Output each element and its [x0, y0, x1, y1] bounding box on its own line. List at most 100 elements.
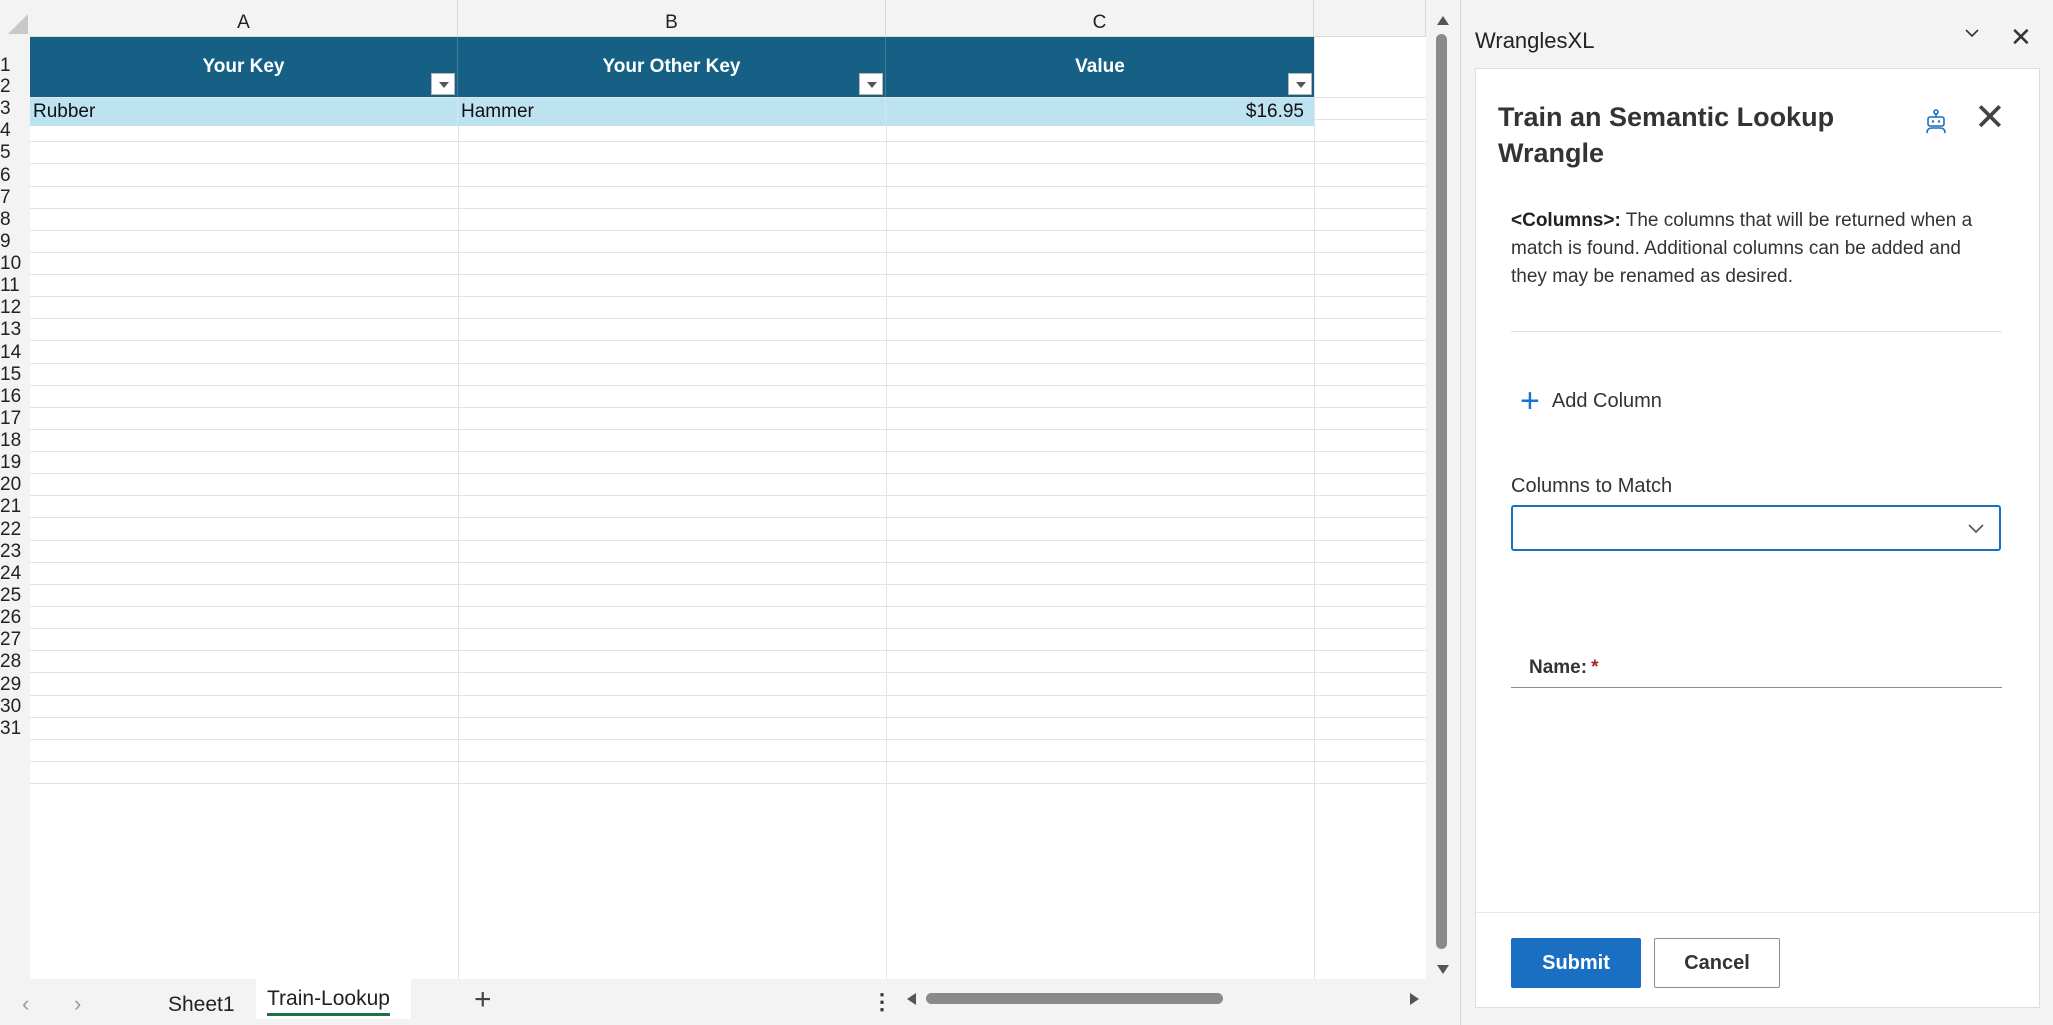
- add-column-label: Add Column: [1551, 389, 1662, 412]
- sheet-tab-train-lookup[interactable]: Train-Lookup: [267, 987, 390, 1016]
- horizontal-scroll-thumb[interactable]: [926, 993, 1223, 1004]
- row-header-22[interactable]: 22: [0, 518, 30, 541]
- scroll-up-arrow-icon[interactable]: [1437, 16, 1449, 25]
- row-header-8[interactable]: 8: [0, 208, 30, 231]
- sheet-tab-sheet1[interactable]: Sheet1: [168, 993, 235, 1017]
- row-gridline: [30, 783, 1426, 784]
- row-header-26[interactable]: 26: [0, 607, 30, 630]
- row-header-13[interactable]: 13: [0, 319, 30, 342]
- row-header-19[interactable]: 19: [0, 452, 30, 475]
- row-gridline: [30, 274, 1426, 275]
- more-options-icon[interactable]: ⋮: [871, 989, 893, 1015]
- table-header-your-other-key[interactable]: Your Other Key: [458, 37, 886, 97]
- wrangle-form-panel: Train an Semantic Lookup Wrangle ✕ <Colu…: [1475, 68, 2040, 1008]
- row-gridline: [30, 650, 1426, 651]
- columns-description: <Columns>: The columns that will be retu…: [1511, 207, 2001, 291]
- chevron-down-icon[interactable]: [1965, 26, 1979, 40]
- filter-dropdown-icon[interactable]: [1288, 73, 1312, 95]
- row-header-24[interactable]: 24: [0, 562, 30, 585]
- add-sheet-plus-icon[interactable]: +: [474, 983, 492, 1017]
- column-header-d[interactable]: [1314, 0, 1426, 37]
- row-header-14[interactable]: 14: [0, 341, 30, 364]
- row-header-28[interactable]: 28: [0, 651, 30, 674]
- column-header-b[interactable]: B: [458, 0, 886, 37]
- row-header-15[interactable]: 15: [0, 363, 30, 386]
- vertical-scrollbar[interactable]: [1433, 12, 1453, 974]
- row-header-5[interactable]: 5: [0, 142, 30, 165]
- previous-sheet-arrow-icon[interactable]: ‹: [22, 991, 29, 1017]
- scroll-left-arrow-icon[interactable]: [907, 993, 916, 1005]
- row-header-11[interactable]: 11: [0, 275, 30, 298]
- row-gridline: [30, 141, 1426, 142]
- row-header-27[interactable]: 27: [0, 629, 30, 652]
- row-header-12[interactable]: 12: [0, 297, 30, 320]
- close-panel-icon[interactable]: ✕: [1974, 99, 2006, 137]
- horizontal-scrollbar[interactable]: [903, 991, 1419, 1011]
- select-all-corner[interactable]: [0, 0, 30, 37]
- cancel-button[interactable]: Cancel: [1654, 938, 1780, 988]
- chevron-down-icon: [1968, 524, 1984, 534]
- row-header-31[interactable]: 31: [0, 717, 30, 740]
- footer-divider: [1476, 912, 2039, 913]
- table-header-your-key[interactable]: Your Key: [30, 37, 458, 97]
- row-header-25[interactable]: 25: [0, 584, 30, 607]
- row-header-3[interactable]: 3: [0, 98, 30, 121]
- next-sheet-arrow-icon[interactable]: ›: [74, 991, 81, 1017]
- row-gridline: [30, 717, 1426, 718]
- row-header-21[interactable]: 21: [0, 496, 30, 519]
- row-header-2[interactable]: 2: [0, 76, 30, 98]
- divider: [1511, 331, 2002, 332]
- row-header-29[interactable]: 29: [0, 673, 30, 696]
- row-header-9[interactable]: 9: [0, 230, 30, 253]
- description-term: <Columns>:: [1511, 210, 1621, 231]
- scroll-right-arrow-icon[interactable]: [1410, 993, 1419, 1005]
- column-gridline: [458, 37, 459, 979]
- table-header-value[interactable]: Value: [886, 37, 1314, 97]
- columns-to-match-dropdown[interactable]: [1511, 505, 2001, 551]
- name-field[interactable]: Name: *: [1511, 649, 2002, 688]
- row-header-16[interactable]: 16: [0, 385, 30, 408]
- submit-button[interactable]: Submit: [1511, 938, 1641, 988]
- row-header-4[interactable]: 4: [0, 120, 30, 143]
- vertical-scroll-thumb[interactable]: [1436, 34, 1447, 949]
- columns-to-match-label: Columns to Match: [1511, 475, 1673, 497]
- row-header-1[interactable]: 1: [0, 55, 30, 77]
- row-gridline: [30, 695, 1426, 696]
- row-header-7[interactable]: 7: [0, 186, 30, 209]
- required-marker: *: [1591, 657, 1599, 678]
- sheet-tab-bar: ‹ › Sheet1 Train-Lookup + ⋮: [0, 979, 1460, 1025]
- row-header-20[interactable]: 20: [0, 474, 30, 497]
- task-pane: WranglesXL ✕ Train an Semantic Lookup Wr…: [1460, 0, 2053, 1025]
- scroll-down-arrow-icon[interactable]: [1437, 965, 1449, 974]
- column-header-c[interactable]: C: [886, 0, 1314, 37]
- close-pane-icon[interactable]: ✕: [2010, 24, 2032, 50]
- row-header-30[interactable]: 30: [0, 695, 30, 718]
- row-gridline: [30, 208, 1426, 209]
- add-column-button[interactable]: + Add Column: [1520, 382, 1662, 420]
- filter-dropdown-icon[interactable]: [431, 73, 455, 95]
- filter-dropdown-icon[interactable]: [859, 73, 883, 95]
- row-gridline: [30, 628, 1426, 629]
- row-header-18[interactable]: 18: [0, 430, 30, 453]
- row-header-6[interactable]: 6: [0, 164, 30, 187]
- row-gridline: [30, 451, 1426, 452]
- column-header-a[interactable]: A: [30, 0, 458, 37]
- row-header-10[interactable]: 10: [0, 253, 30, 276]
- row-header-23[interactable]: 23: [0, 540, 30, 563]
- table-header-label: Your Key: [202, 56, 285, 77]
- row-gridline: [30, 296, 1426, 297]
- cell-grid[interactable]: [30, 37, 1426, 979]
- table-cell-c2[interactable]: $16.95: [886, 98, 1314, 126]
- table-header-label: Value: [1075, 56, 1125, 77]
- row-gridline: [30, 739, 1426, 740]
- robot-icon[interactable]: [1924, 109, 1948, 135]
- table-cell-b2[interactable]: Hammer: [458, 98, 886, 126]
- row-gridline: [30, 363, 1426, 364]
- row-gridline: [30, 163, 1426, 164]
- row-header-17[interactable]: 17: [0, 407, 30, 430]
- table-cell-a2[interactable]: Rubber: [30, 98, 458, 126]
- plus-icon: +: [1520, 382, 1540, 420]
- row-gridline: [30, 495, 1426, 496]
- pane-title: WranglesXL: [1475, 28, 1595, 53]
- row-gridline: [30, 340, 1426, 341]
